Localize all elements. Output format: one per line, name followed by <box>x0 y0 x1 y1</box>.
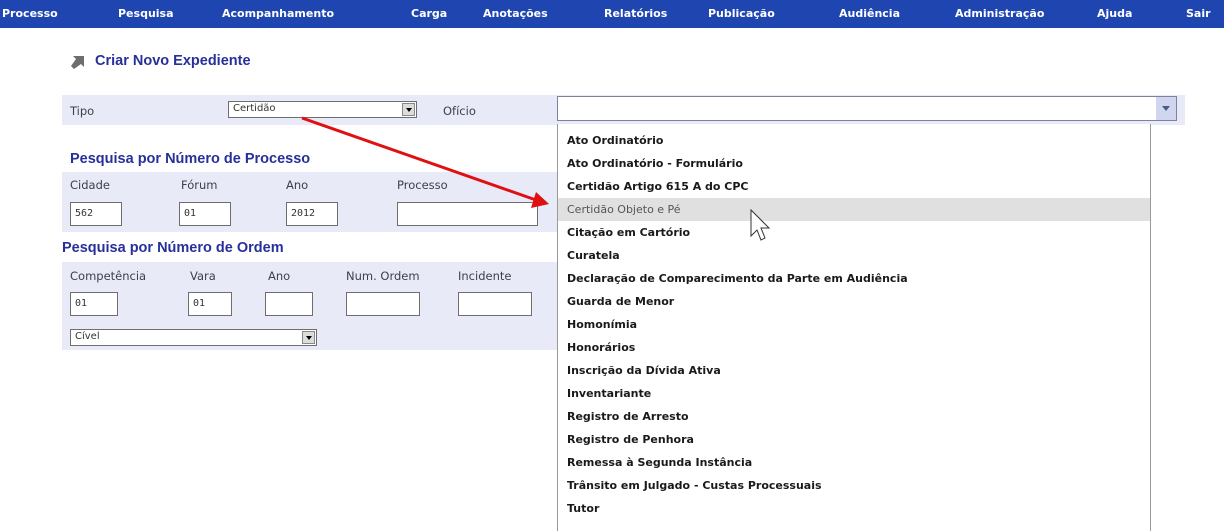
dropdown-option[interactable]: Inscrição da Dívida Ativa <box>558 359 1150 382</box>
dropdown-option[interactable]: Tutor <box>558 497 1150 520</box>
nav-item-administracao[interactable]: Administração <box>955 0 1044 28</box>
nav-item-pesquisa[interactable]: Pesquisa <box>118 0 174 28</box>
ano-label: Ano <box>286 178 309 192</box>
forum-label: Fórum <box>181 178 218 192</box>
top-navigation-bar: Processo Pesquisa Acompanhamento Carga A… <box>0 0 1224 28</box>
oficio-dropdown-list: Ato Ordinatório Ato Ordinatório - Formulá… <box>557 124 1151 531</box>
cidade-label: Cidade <box>70 178 110 192</box>
nav-item-relatorios[interactable]: Relatórios <box>604 0 667 28</box>
tipo-ordem-select[interactable]: Cível <box>70 329 317 346</box>
page-title: Criar Novo Expediente <box>95 53 251 69</box>
dropdown-option[interactable]: Citação em Cartório <box>558 221 1150 244</box>
chevron-down-icon[interactable] <box>302 331 315 344</box>
incidente-label: Incidente <box>458 269 512 283</box>
ano-input[interactable]: 2012 <box>286 202 338 226</box>
num-ordem-label: Num. Ordem <box>346 269 420 283</box>
nav-item-acompanhamento[interactable]: Acompanhamento <box>222 0 334 28</box>
dropdown-option[interactable]: Homonímia <box>558 313 1150 336</box>
nav-item-processo[interactable]: Processo <box>2 0 58 28</box>
nav-item-ajuda[interactable]: Ajuda <box>1097 0 1132 28</box>
dropdown-option[interactable]: Certidão Objeto e Pé <box>558 198 1150 221</box>
competencia-label: Competência <box>70 269 147 283</box>
dropdown-option[interactable]: Certidão Artigo 615 A do CPC <box>558 175 1150 198</box>
tipo-ordem-select-value: Cível <box>75 331 100 342</box>
tipo-select[interactable]: Certidão <box>228 101 417 118</box>
chevron-down-icon[interactable] <box>1156 97 1176 120</box>
incidente-input[interactable] <box>458 292 532 316</box>
cidade-input[interactable]: 562 <box>70 202 122 226</box>
dropdown-option[interactable]: Curatela <box>558 244 1150 267</box>
dropdown-option[interactable]: Honorários <box>558 336 1150 359</box>
dropdown-option[interactable]: Declaração de Comparecimento da Parte em… <box>558 267 1150 290</box>
nav-item-sair[interactable]: Sair <box>1186 0 1211 28</box>
arrow-up-right-icon <box>71 56 84 69</box>
vara-label: Vara <box>190 269 216 283</box>
processo-input[interactable] <box>397 202 538 226</box>
tipo-label: Tipo <box>70 104 95 118</box>
dropdown-option[interactable]: Registro de Arresto <box>558 405 1150 428</box>
dropdown-option[interactable]: Trânsito em Julgado - Custas Processuais <box>558 474 1150 497</box>
dropdown-option[interactable]: Ato Ordinatório <box>558 129 1150 152</box>
oficio-label: Ofício <box>443 104 476 118</box>
tipo-select-value: Certidão <box>233 103 276 114</box>
chevron-down-icon[interactable] <box>402 103 415 116</box>
dropdown-option[interactable]: Ato Ordinatório - Formulário <box>558 152 1150 175</box>
ordem-section-title: Pesquisa por Número de Ordem <box>62 240 284 256</box>
nav-item-audiencia[interactable]: Audiência <box>839 0 900 28</box>
ano-ordem-label: Ano <box>268 269 291 283</box>
processo-label: Processo <box>397 178 448 192</box>
dropdown-option[interactable]: Inventariante <box>558 382 1150 405</box>
nav-item-carga[interactable]: Carga <box>411 0 447 28</box>
forum-input[interactable]: 01 <box>179 202 231 226</box>
oficio-select[interactable] <box>557 96 1177 121</box>
nav-item-publicacao[interactable]: Publicação <box>708 0 775 28</box>
nav-item-anotacoes[interactable]: Anotações <box>483 0 548 28</box>
dropdown-option[interactable]: Guarda de Menor <box>558 290 1150 313</box>
processo-section-title: Pesquisa por Número de Processo <box>70 151 311 167</box>
dropdown-option[interactable]: Remessa à Segunda Instância <box>558 451 1150 474</box>
vara-input[interactable]: 01 <box>188 292 232 316</box>
competencia-input[interactable]: 01 <box>70 292 118 316</box>
ano-ordem-input[interactable] <box>265 292 313 316</box>
dropdown-option[interactable]: Registro de Penhora <box>558 428 1150 451</box>
num-ordem-input[interactable] <box>346 292 420 316</box>
